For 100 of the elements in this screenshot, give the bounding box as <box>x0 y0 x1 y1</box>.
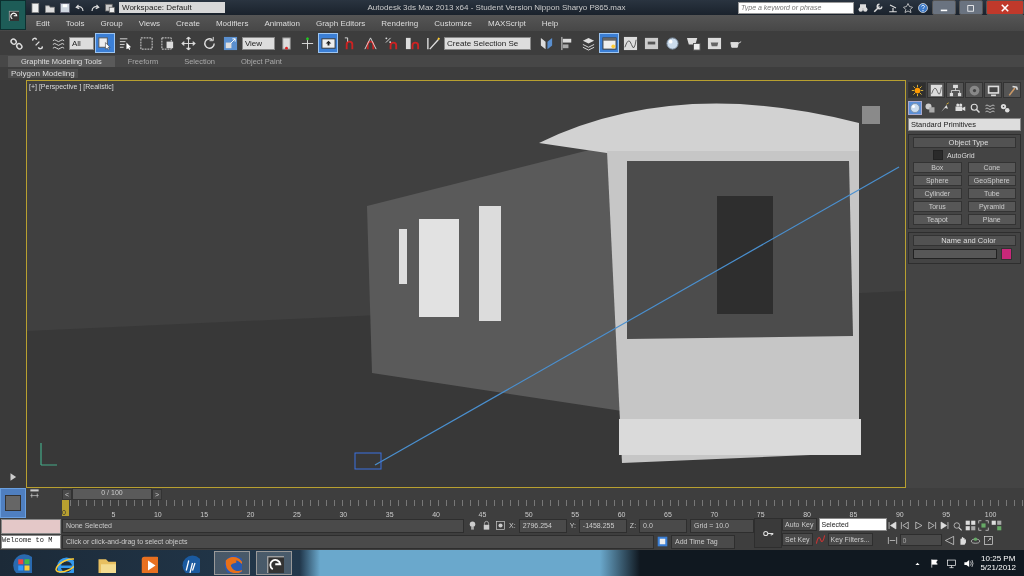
maximize-button[interactable] <box>959 0 983 15</box>
key-mode-icon[interactable] <box>886 534 898 546</box>
curve-icon <box>814 534 826 545</box>
camera-icon <box>954 102 966 114</box>
broken-chain-icon <box>29 35 45 51</box>
curve-icon <box>622 35 638 51</box>
dropdown[interactable]: Create Selection Se <box>444 36 532 50</box>
set-key-button[interactable] <box>754 518 783 548</box>
panel-tab[interactable] <box>946 82 964 98</box>
play-icon[interactable] <box>8 472 18 482</box>
window-icon <box>601 35 617 51</box>
network-icon <box>946 557 958 569</box>
color-swatch[interactable] <box>1001 248 1012 260</box>
next-frame-icon[interactable] <box>925 520 937 531</box>
panel-tab[interactable] <box>927 82 945 98</box>
move-button[interactable] <box>178 33 199 53</box>
panel-tab[interactable] <box>1003 82 1021 98</box>
restore-icon <box>967 3 975 12</box>
window-button[interactable] <box>599 33 620 53</box>
menu-item[interactable]: Tools <box>57 18 93 28</box>
bulb-icon <box>467 520 478 531</box>
category-button[interactable] <box>968 101 982 115</box>
viewport-thumbnail-button[interactable] <box>0 488 26 518</box>
chain-icon <box>8 35 24 51</box>
spinner-snap-icon <box>404 35 420 51</box>
zoom-extents-icon[interactable] <box>977 520 989 531</box>
floppy-disk-button[interactable] <box>59 1 71 14</box>
hp-icon <box>180 553 200 573</box>
help-button[interactable] <box>917 1 929 14</box>
sun-icon <box>910 83 924 97</box>
play-icon[interactable] <box>912 520 924 531</box>
workspace-dropdown[interactable]: Workspace: Default <box>119 2 225 13</box>
star-icon <box>902 1 914 14</box>
ribbon-panel-label[interactable]: Polygon Modeling <box>8 69 78 78</box>
window-stack-button[interactable] <box>104 1 116 14</box>
zoom-all-icon[interactable] <box>964 520 976 531</box>
go-end-icon[interactable] <box>938 520 950 531</box>
binoculars-icon <box>857 1 869 14</box>
menu-item[interactable]: Edit <box>28 18 58 28</box>
category-button[interactable] <box>938 101 952 115</box>
teapot-frame-icon <box>706 35 722 51</box>
menu-item[interactable]: Group <box>92 18 131 28</box>
firefox-icon <box>222 553 242 573</box>
category-button[interactable] <box>908 101 922 115</box>
magnifier-icon <box>969 102 981 114</box>
maximize-icon[interactable] <box>982 534 994 546</box>
wave-icon <box>984 102 996 114</box>
category-button[interactable] <box>998 101 1012 115</box>
go-start-icon[interactable] <box>886 520 898 531</box>
clock-date: 5/21/2012 <box>980 563 1016 572</box>
zoom-icon[interactable] <box>951 520 963 531</box>
mirror-icon <box>538 35 554 51</box>
crosshair-icon <box>299 35 315 51</box>
arrow-up-button[interactable] <box>318 33 339 53</box>
dropdown[interactable]: All <box>69 36 94 50</box>
rotate-icon <box>202 35 218 51</box>
wrench-button[interactable] <box>872 1 884 14</box>
angle-snap-icon <box>362 35 378 51</box>
field-of-view-icon[interactable] <box>943 534 955 546</box>
menu-item[interactable]: Create <box>167 18 208 28</box>
menu-item[interactable]: Help <box>533 18 567 28</box>
script-input-field[interactable] <box>1 519 61 534</box>
dropdown[interactable]: View <box>241 36 276 50</box>
lock-icon <box>481 520 492 531</box>
cursor-square-button[interactable] <box>94 33 115 53</box>
menu-item[interactable]: MAXScript <box>480 18 534 28</box>
panel-tab[interactable] <box>984 82 1002 98</box>
hierarchy-icon <box>948 83 962 97</box>
speaker-icon <box>963 557 975 569</box>
binoculars-button[interactable] <box>857 1 869 14</box>
category-button[interactable] <box>983 101 997 115</box>
menu-item[interactable]: Customize <box>426 18 481 28</box>
prev-frame-icon[interactable] <box>899 520 911 531</box>
menu-item[interactable]: Rendering <box>373 18 427 28</box>
move-icon <box>181 35 197 51</box>
category-button[interactable] <box>923 101 937 115</box>
close-button[interactable] <box>986 0 1024 15</box>
curve-icon <box>929 83 943 97</box>
dashed-split-icon <box>160 35 176 51</box>
document-icon <box>29 1 41 14</box>
menu-item[interactable]: Views <box>130 18 168 28</box>
layers-icon <box>580 35 596 51</box>
max-icon <box>264 553 284 573</box>
teapot-dialog-icon <box>685 35 701 51</box>
taskbar-app-button[interactable] <box>256 551 292 575</box>
menu-item[interactable]: Modifiers <box>207 18 257 28</box>
panel-tab[interactable] <box>908 82 926 98</box>
zoom-extents-all-icon[interactable] <box>990 520 1002 531</box>
orbit-icon[interactable] <box>969 534 981 546</box>
checkbox[interactable] <box>933 150 943 160</box>
monitor-icon <box>986 83 1000 97</box>
document-button[interactable] <box>29 1 41 14</box>
menu-item[interactable]: Animation <box>256 18 308 28</box>
menu-item[interactable]: Graph Editors <box>307 18 374 28</box>
minimize-button[interactable] <box>932 0 956 15</box>
name-field[interactable] <box>913 249 997 259</box>
schematic-icon <box>643 35 659 51</box>
star-button[interactable] <box>902 1 914 14</box>
close-icon <box>1001 3 1009 12</box>
app-menu-button[interactable] <box>0 0 26 30</box>
